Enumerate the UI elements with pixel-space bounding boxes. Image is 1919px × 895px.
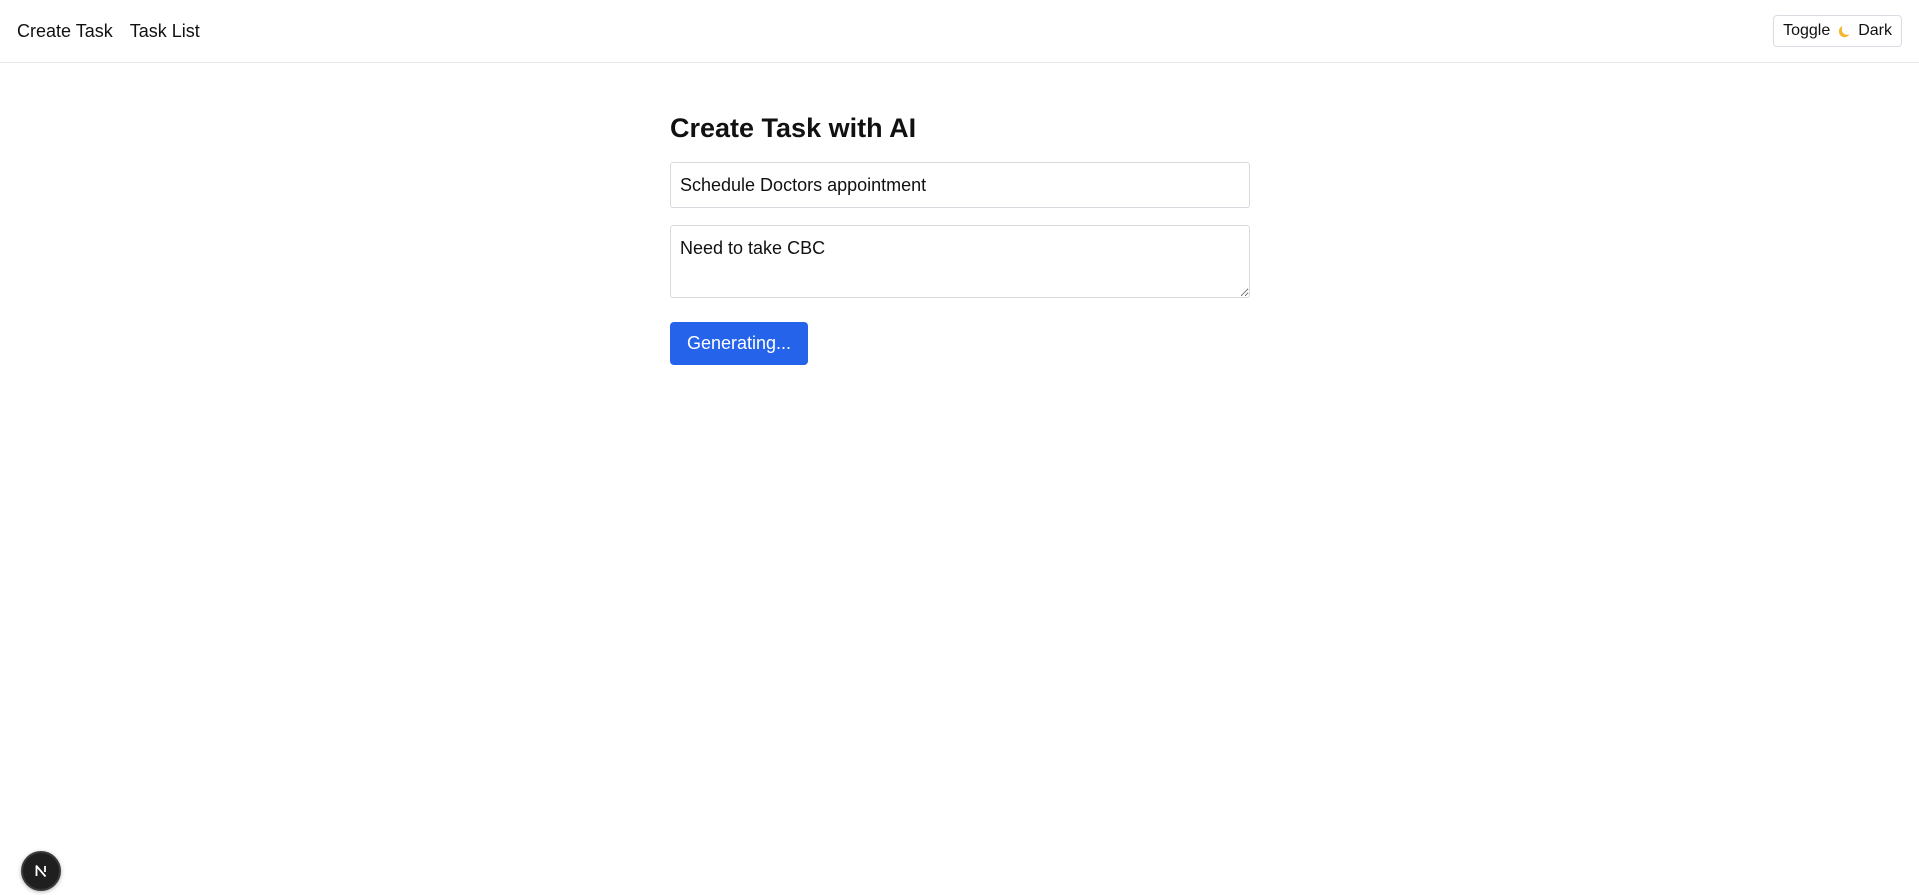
theme-toggle-button[interactable]: Toggle Dark bbox=[1773, 15, 1902, 47]
create-task-form: Create Task with AI Need to take CBC Gen… bbox=[670, 110, 1250, 365]
main-nav: Create Task Task List bbox=[17, 19, 200, 43]
nextjs-logo-icon bbox=[35, 865, 47, 878]
theme-toggle-label-prefix: Toggle bbox=[1783, 22, 1831, 39]
page-title: Create Task with AI bbox=[670, 113, 917, 143]
task-title-input[interactable] bbox=[670, 162, 1250, 208]
top-navbar: Create Task Task List Toggle Dark bbox=[0, 0, 1919, 63]
task-description-textarea[interactable]: Need to take CBC bbox=[670, 225, 1250, 298]
theme-toggle-label-suffix: Dark bbox=[1858, 22, 1892, 39]
nav-link-create-task[interactable]: Create Task bbox=[17, 19, 113, 43]
nav-link-task-list[interactable]: Task List bbox=[130, 19, 200, 43]
moon-icon bbox=[1836, 23, 1852, 39]
nextjs-dev-badge[interactable] bbox=[21, 851, 61, 891]
generate-task-button[interactable]: Generating... bbox=[670, 322, 809, 365]
